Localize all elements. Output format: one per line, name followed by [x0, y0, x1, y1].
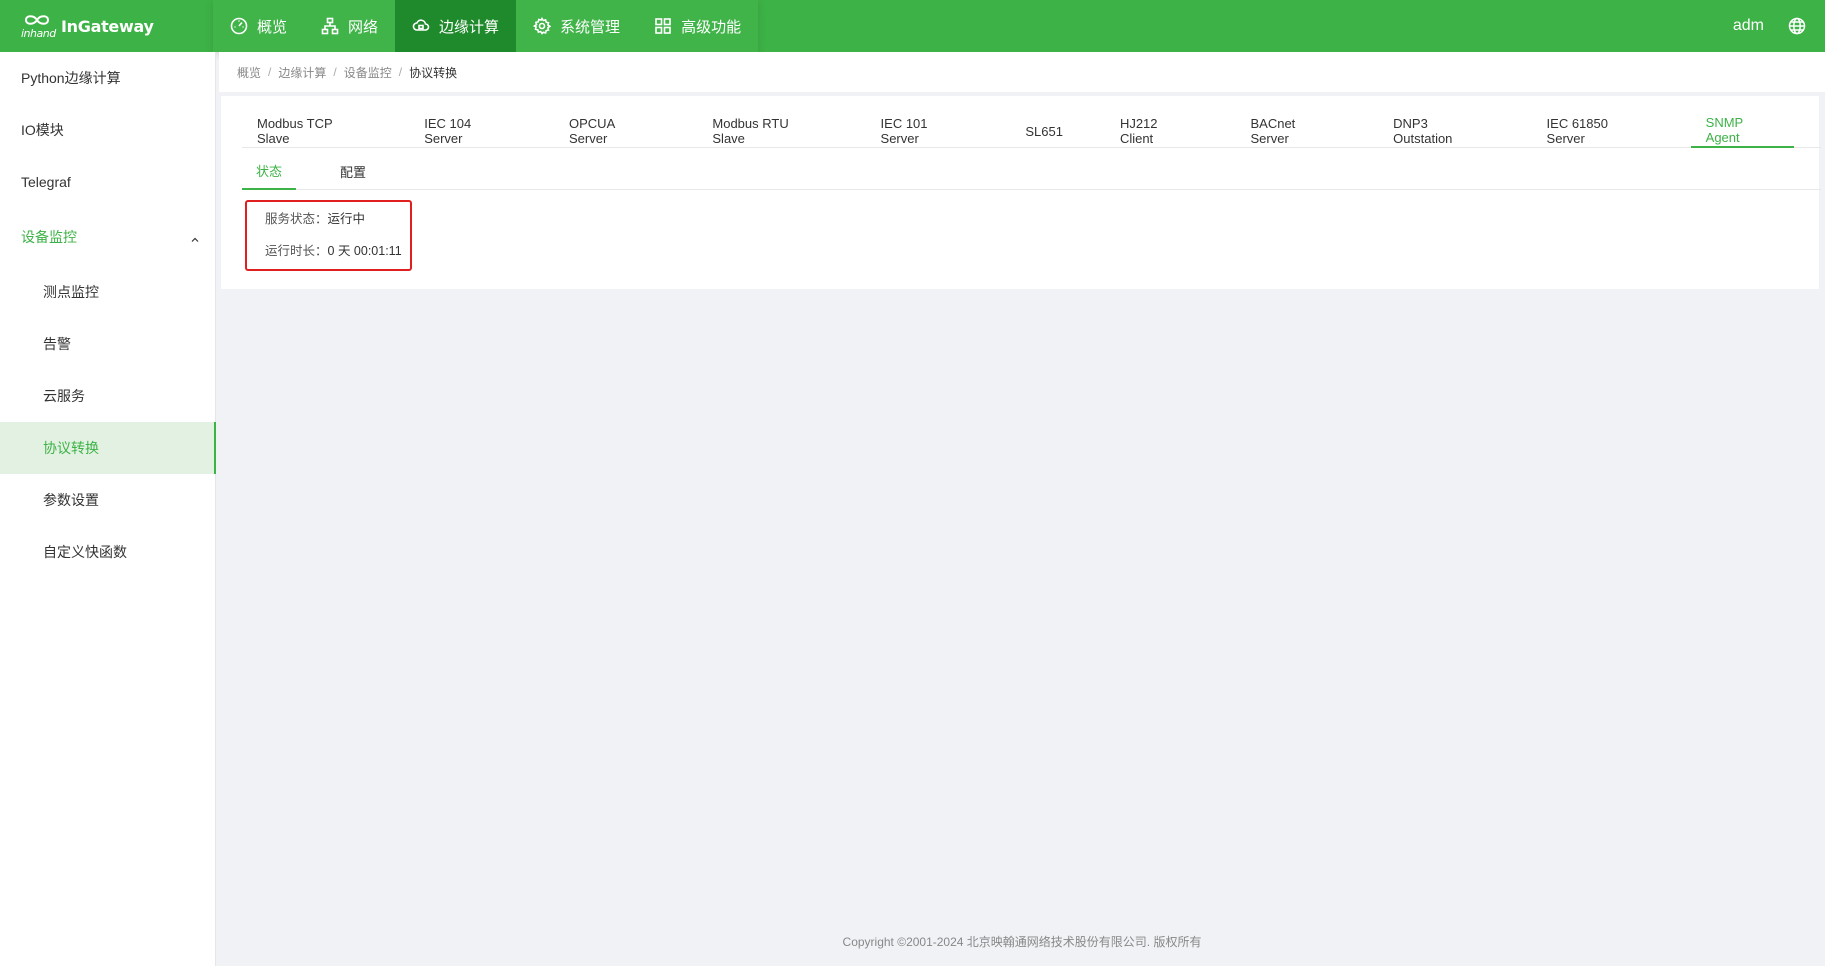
- sidebar-item-label: 告警: [43, 336, 71, 352]
- tab-opcua-server[interactable]: OPCUA Server: [554, 114, 670, 148]
- sidebar-item-label: 测点监控: [43, 284, 99, 300]
- protocol-tabs: Modbus TCP Slave IEC 104 Server OPCUA Se…: [242, 114, 1821, 148]
- sidebar-item-label: 参数设置: [43, 492, 99, 508]
- tab-hj212-client[interactable]: HJ212 Client: [1105, 114, 1209, 148]
- sidebar-item-label: Telegraf: [21, 174, 71, 190]
- tab-sl651[interactable]: SL651: [1010, 114, 1078, 148]
- nav-overview[interactable]: 概览: [213, 0, 304, 52]
- chevron-up-icon: [190, 232, 200, 242]
- cloud-icon: [412, 19, 430, 31]
- sidebar-item-custom-quick-function[interactable]: 自定义快函数: [0, 526, 215, 578]
- uptime-row: 运行时长： 0 天 00:01:11: [265, 238, 410, 260]
- nav-overview-label: 概览: [257, 18, 288, 36]
- network-icon: [321, 17, 339, 35]
- uptime-label: 运行时长：: [265, 243, 328, 258]
- breadcrumb-item[interactable]: 设备监控: [344, 64, 392, 81]
- top-right-tools: adm: [1733, 0, 1825, 52]
- service-status-box: 服务状态： 运行中 运行时长： 0 天 00:01:11: [245, 200, 412, 271]
- tab-modbus-rtu-slave[interactable]: Modbus RTU Slave: [697, 114, 838, 148]
- sidebar-item-protocol-conversion[interactable]: 协议转换: [0, 422, 216, 474]
- sidebar-item-label: 自定义快函数: [43, 544, 127, 560]
- user-name[interactable]: adm: [1733, 17, 1764, 35]
- service-status-row: 服务状态： 运行中: [265, 206, 410, 228]
- nav-system-management[interactable]: 系统管理: [516, 0, 637, 52]
- tab-dnp3-outstation[interactable]: DNP3 Outstation: [1378, 114, 1504, 148]
- footer-copyright: Copyright ©2001-2024 北京映翰通网络技术股份有限公司. 版权…: [842, 935, 1202, 949]
- sidebar: Python边缘计算 IO模块 Telegraf 设备监控 测点监控 告警 云服…: [0, 52, 216, 966]
- tab-config[interactable]: 配置: [326, 152, 380, 190]
- sidebar-item-parameter-settings[interactable]: 参数设置: [0, 474, 215, 526]
- gear-icon: [533, 17, 552, 35]
- main-nav: 概览 网络 边缘计算 系统管理 高级功能: [213, 0, 759, 52]
- breadcrumb-separator: /: [398, 65, 403, 79]
- tab-bacnet-server[interactable]: BACnet Server: [1235, 114, 1351, 148]
- uptime-value: 0 天 00:01:11: [327, 243, 402, 258]
- tab-modbus-tcp-slave[interactable]: Modbus TCP Slave: [242, 114, 382, 148]
- tab-status[interactable]: 状态: [242, 152, 296, 190]
- inhand-logo-icon: inhand: [21, 12, 56, 40]
- nav-network-label: 网络: [348, 18, 379, 36]
- brand-logo-sub: inhand: [21, 27, 56, 40]
- nav-edge-computing-label: 边缘计算: [439, 18, 500, 36]
- breadcrumb-separator: /: [268, 65, 272, 79]
- breadcrumb-item[interactable]: 边缘计算: [278, 64, 326, 81]
- tab-iec-101-server[interactable]: IEC 101 Server: [866, 114, 984, 148]
- breadcrumb-current: 协议转换: [409, 65, 458, 80]
- sidebar-item-label: 云服务: [43, 388, 85, 404]
- nav-advanced[interactable]: 高级功能: [637, 0, 758, 52]
- sidebar-item-label: Python边缘计算: [21, 70, 121, 86]
- sidebar-item-python-edge[interactable]: Python边缘计算: [0, 52, 215, 104]
- sidebar-item-alarm[interactable]: 告警: [0, 318, 215, 370]
- sidebar-item-telegraf[interactable]: Telegraf: [0, 156, 215, 208]
- sidebar-item-label: 协议转换: [43, 440, 99, 456]
- breadcrumb-separator: /: [333, 65, 337, 79]
- nav-system-management-label: 系统管理: [560, 18, 621, 36]
- brand-name: InGateway: [61, 16, 154, 36]
- dashboard-icon: [230, 17, 248, 35]
- sidebar-item-io-module[interactable]: IO模块: [0, 104, 215, 156]
- breadcrumb: 概览 / 边缘计算 / 设备监控 / 协议转换: [219, 52, 1825, 92]
- sidebar-item-device-monitoring[interactable]: 设备监控: [0, 208, 215, 266]
- sub-tabs: 状态 配置: [242, 152, 1821, 190]
- nav-network[interactable]: 网络: [304, 0, 395, 52]
- sidebar-item-label: 设备监控: [21, 229, 77, 245]
- top-bar: inhand InGateway 概览 网络 边缘计算 系统管理 高级功能 ad…: [0, 0, 1825, 52]
- protocol-conversion-panel: Modbus TCP Slave IEC 104 Server OPCUA Se…: [221, 96, 1821, 289]
- sidebar-item-label: IO模块: [21, 122, 64, 138]
- nav-advanced-label: 高级功能: [681, 18, 742, 36]
- breadcrumb-item[interactable]: 概览: [237, 64, 261, 81]
- service-status-label: 服务状态：: [265, 211, 328, 226]
- brand-logo[interactable]: inhand InGateway: [0, 0, 213, 52]
- grid-icon: [655, 18, 671, 34]
- service-status-value: 运行中: [327, 211, 366, 226]
- sidebar-item-cloud-service[interactable]: 云服务: [0, 370, 215, 422]
- tab-iec-104-server[interactable]: IEC 104 Server: [409, 114, 527, 148]
- tab-snmp-agent[interactable]: SNMP Agent: [1690, 114, 1794, 148]
- sidebar-item-point-monitoring[interactable]: 测点监控: [0, 266, 215, 318]
- tab-iec-61850-server[interactable]: IEC 61850 Server: [1532, 114, 1664, 148]
- globe-icon[interactable]: [1788, 17, 1806, 35]
- nav-edge-computing[interactable]: 边缘计算: [395, 0, 517, 52]
